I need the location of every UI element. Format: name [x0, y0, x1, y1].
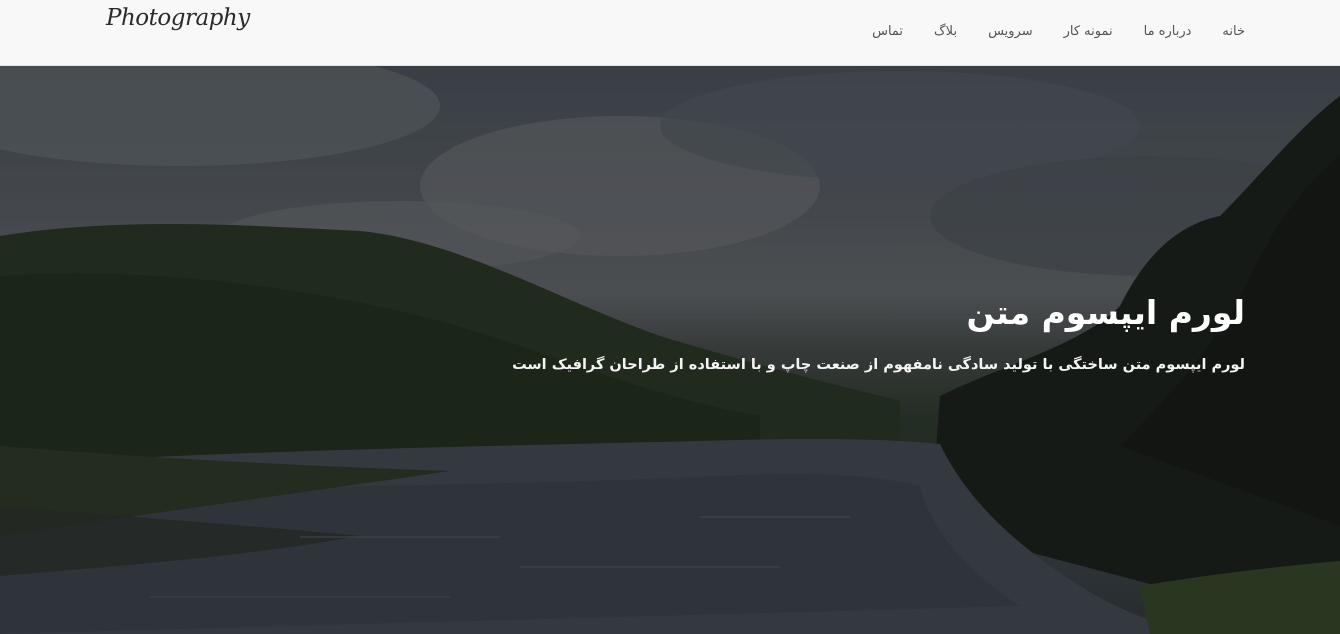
hero-title: لورم ایپسوم متن	[966, 293, 1245, 332]
hero-description: لورم ایپسوم متن ساختگی با تولید سادگی نا…	[512, 357, 1245, 373]
nav-item-service: سرویس	[988, 20, 1033, 39]
hero-content: لورم ایپسوم متن لورم ایپسوم متن ساختگی ب…	[445, 287, 1245, 376]
nav-link-portfolio[interactable]: نمونه کار	[1064, 24, 1113, 39]
nav-item-about: درباره ما	[1144, 20, 1192, 39]
nav-link-service[interactable]: سرویس	[988, 24, 1033, 39]
nav-link-home[interactable]: خانه	[1222, 24, 1245, 39]
nav-item-blog: بلاگ	[934, 20, 957, 39]
nav-item-portfolio: نمونه کار	[1064, 20, 1113, 39]
nav-link-blog[interactable]: بلاگ	[934, 24, 957, 39]
nav-menu: تماس بلاگ سرویس نمونه کار درباره ما خانه	[872, 0, 1245, 58]
nav-link-contact[interactable]: تماس	[872, 24, 903, 39]
logo-link[interactable]: Photography	[106, 5, 250, 31]
nav-item-contact: تماس	[872, 20, 903, 39]
nav-link-about[interactable]: درباره ما	[1144, 24, 1192, 39]
navbar: Photography تماس بلاگ سرویس نمونه کار در…	[0, 0, 1340, 66]
hero-section: لورم ایپسوم متن لورم ایپسوم متن ساختگی ب…	[0, 66, 1340, 634]
nav-item-home: خانه	[1222, 20, 1245, 39]
